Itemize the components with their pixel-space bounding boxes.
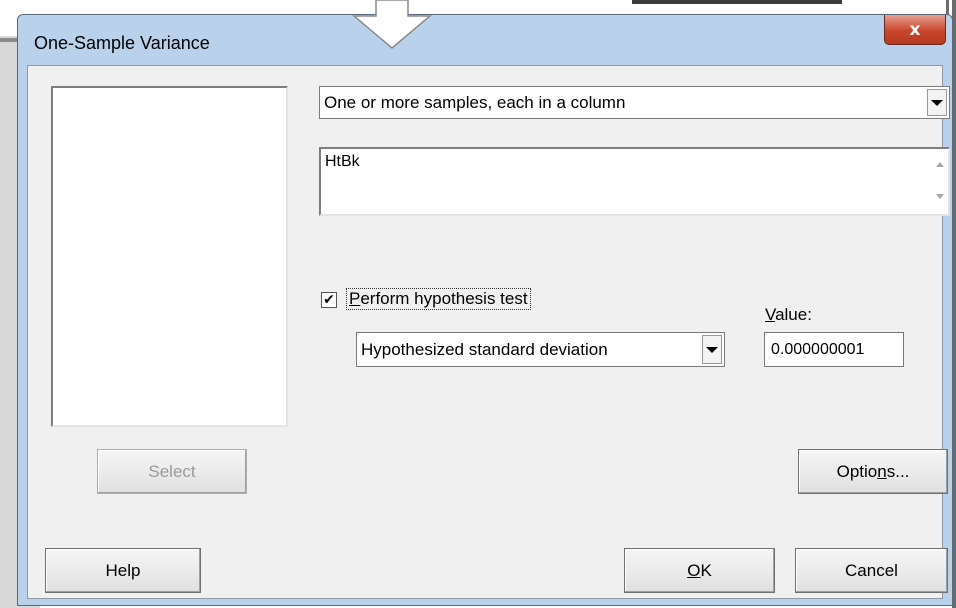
- hypothesized-parameter-dropdown[interactable]: Hypothesized standard deviation: [356, 332, 725, 367]
- mnemonic-o: O: [687, 560, 701, 580]
- scroll-down-icon[interactable]: [934, 189, 946, 203]
- background-bar: [632, 0, 842, 4]
- samples-columns-field[interactable]: HtBk: [319, 147, 950, 216]
- data-format-dropdown[interactable]: One or more samples, each in a column: [319, 86, 950, 119]
- chevron-down-icon: [706, 346, 718, 353]
- dropdown-button[interactable]: [927, 89, 947, 116]
- cancel-button[interactable]: Cancel: [795, 548, 948, 593]
- mnemonic-p: P: [349, 289, 361, 308]
- value-label: Value:: [765, 305, 812, 325]
- close-icon: x: [909, 19, 921, 40]
- ok-label: K: [700, 560, 712, 580]
- options-button[interactable]: Optio n s...: [798, 449, 948, 494]
- dialog-body: One or more samples, each in a column Ht…: [27, 65, 950, 599]
- hypothesized-parameter-value: Hypothesized standard deviation: [361, 339, 608, 359]
- perform-hypothesis-test-checkbox[interactable]: ✔: [321, 292, 337, 308]
- hypothesized-value-input[interactable]: 0.000000001: [764, 332, 904, 367]
- chevron-down-icon: [931, 99, 943, 106]
- dropdown-button[interactable]: [702, 335, 722, 364]
- data-format-value: One or more samples, each in a column: [324, 92, 626, 112]
- pointer-arrow-icon: [352, 0, 432, 49]
- perform-hypothesis-test-label[interactable]: Perform hypothesis test: [346, 288, 531, 310]
- scroll-up-icon[interactable]: [934, 157, 946, 171]
- mnemonic-v: V: [765, 305, 776, 324]
- value-label-text: alue:: [775, 305, 812, 324]
- checkmark-icon: ✔: [323, 292, 335, 308]
- select-button[interactable]: Select: [97, 449, 247, 494]
- dialog-title: One-Sample Variance: [34, 33, 210, 53]
- dialog-window: One-Sample Variance x One or more sample…: [17, 14, 953, 606]
- samples-columns-value: HtBk: [325, 153, 360, 170]
- help-button[interactable]: Help: [45, 548, 201, 593]
- options-label-a: Optio: [836, 461, 878, 481]
- options-label-b: s...: [886, 461, 910, 481]
- close-button[interactable]: x: [884, 15, 946, 45]
- label-text: erform hypothesis test: [360, 289, 528, 308]
- ok-button[interactable]: OK: [624, 548, 775, 593]
- title-bar[interactable]: One-Sample Variance x: [18, 15, 952, 65]
- variables-listbox[interactable]: [51, 86, 288, 427]
- mnemonic-n: n: [877, 461, 887, 481]
